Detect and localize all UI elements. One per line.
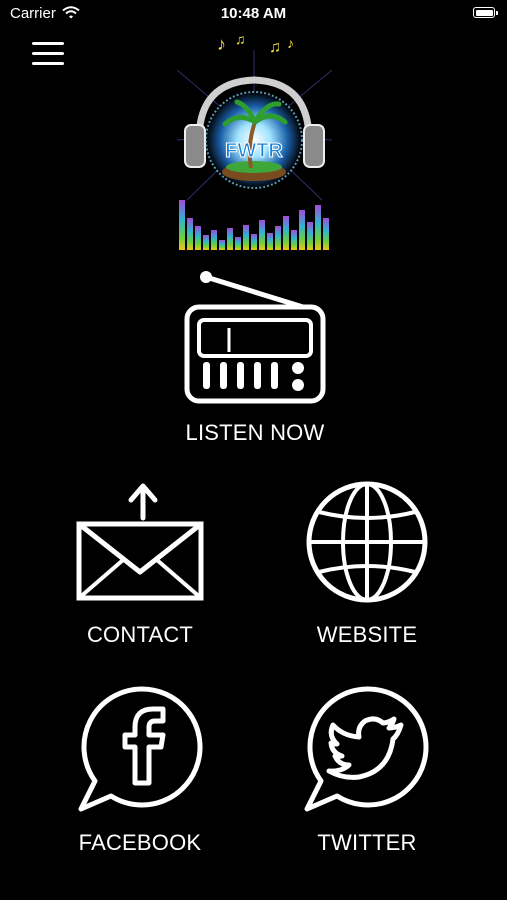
website-button[interactable]: WEBSITE [282, 480, 452, 655]
twitter-icon [301, 683, 433, 820]
svg-text:♪: ♪ [217, 34, 226, 54]
hamburger-menu-icon[interactable] [28, 38, 68, 70]
facebook-button[interactable]: FACEBOOK [55, 683, 225, 863]
status-bar: Carrier 10:48 AM [0, 0, 507, 28]
station-logo: FWTR ♪ ♫ ♫ ♪ [176, 30, 333, 252]
twitter-button[interactable]: TWITTER [282, 683, 452, 863]
contact-label: CONTACT [86, 622, 194, 647]
svg-text:FWTR: FWTR [225, 140, 283, 162]
listen-now-button[interactable]: LISTEN NOW [150, 270, 360, 450]
listen-now-label: LISTEN NOW [185, 420, 325, 445]
twitter-label: TWITTER [317, 830, 417, 855]
facebook-icon [75, 683, 207, 820]
status-time: 10:48 AM [220, 5, 287, 22]
svg-text:♫: ♫ [269, 39, 281, 56]
facebook-label: FACEBOOK [78, 830, 202, 855]
mail-icon [75, 480, 205, 610]
battery-icon [473, 7, 498, 18]
globe-icon [305, 480, 429, 609]
svg-text:♫: ♫ [235, 31, 246, 47]
website-label: WEBSITE [316, 622, 418, 647]
radio-icon [180, 270, 330, 413]
contact-button[interactable]: CONTACT [55, 480, 225, 655]
svg-text:♪: ♪ [287, 35, 294, 51]
